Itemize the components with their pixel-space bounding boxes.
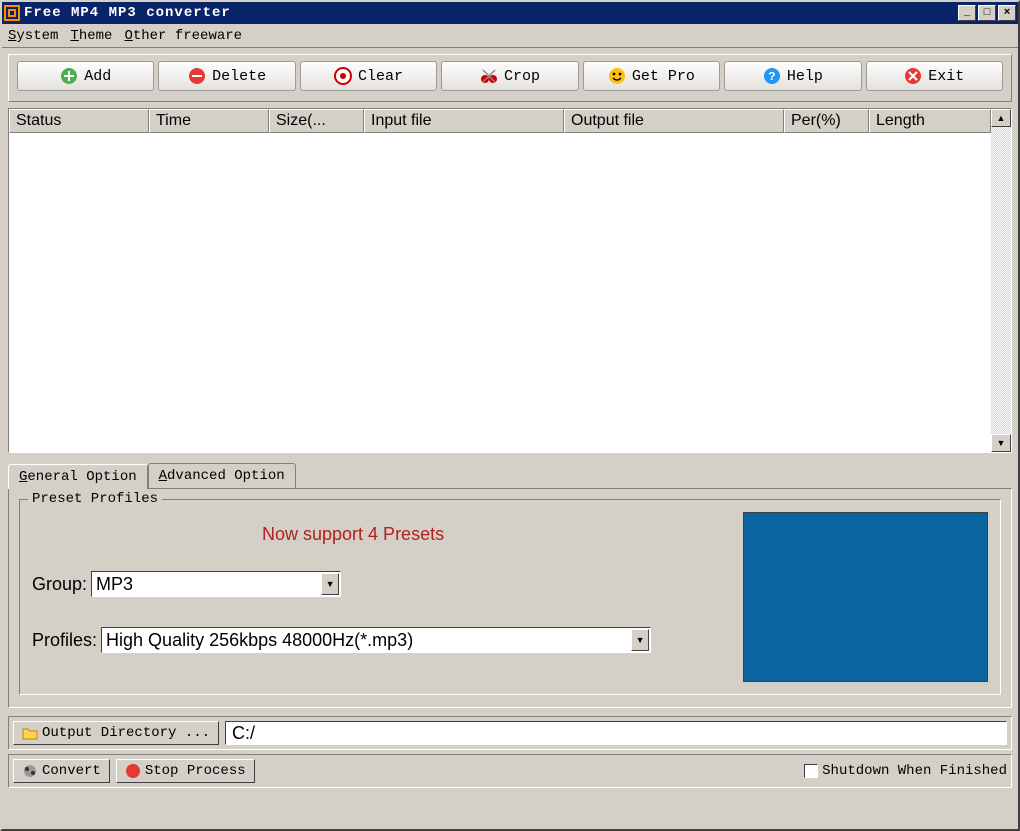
profiles-label: Profiles: [32,630,97,651]
convert-label: Convert [42,763,101,779]
table-body[interactable] [9,133,991,452]
preset-fieldset: Preset Profiles Now support 4 Presets Gr… [19,499,1001,695]
th-input[interactable]: Input file [364,109,564,133]
output-row: Output Directory ... [8,716,1012,750]
menu-system[interactable]: System [8,28,58,44]
shutdown-checkbox[interactable] [804,764,818,778]
group-combo[interactable]: MP3 ▼ [91,571,341,597]
exit-button[interactable]: Exit [866,61,1003,91]
output-directory-button[interactable]: Output Directory ... [13,721,219,745]
menubar: System Theme Other freeware [2,24,1018,48]
stop-icon [125,763,141,779]
add-button[interactable]: Add [17,61,154,91]
th-per[interactable]: Per(%) [784,109,869,133]
app-window: Free MP4 MP3 converter _ □ × System Them… [0,0,1020,831]
profiles-combo[interactable]: High Quality 256kbps 48000Hz(*.mp3) ▼ [101,627,651,653]
crop-button[interactable]: Crop [441,61,578,91]
scrollbar[interactable]: ▲ ▼ [991,109,1011,452]
shutdown-label: Shutdown When Finished [822,763,1007,779]
tab-advanced[interactable]: Advanced Option [148,463,296,488]
getpro-label: Get Pro [632,68,695,85]
titlebar: Free MP4 MP3 converter _ □ × [2,2,1018,24]
clear-icon [334,67,352,85]
exit-icon [904,67,922,85]
crop-icon [480,67,498,85]
th-size[interactable]: Size(... [269,109,364,133]
delete-button[interactable]: Delete [158,61,295,91]
svg-text:?: ? [768,70,775,84]
convert-icon [22,763,38,779]
chevron-down-icon[interactable]: ▼ [321,573,339,595]
close-button[interactable]: × [998,5,1016,21]
th-time[interactable]: Time [149,109,269,133]
delete-icon [188,67,206,85]
output-button-label: Output Directory ... [42,725,210,741]
table-header: Status Time Size(... Input file Output f… [9,109,991,133]
smiley-icon [608,67,626,85]
stop-label: Stop Process [145,763,246,779]
group-label: Group: [32,574,87,595]
add-icon [60,67,78,85]
add-label: Add [84,68,111,85]
help-label: Help [787,68,823,85]
preset-legend: Preset Profiles [28,491,162,507]
scroll-down-icon[interactable]: ▼ [991,434,1011,452]
crop-label: Crop [504,68,540,85]
th-status[interactable]: Status [9,109,149,133]
folder-icon [22,725,38,741]
clear-button[interactable]: Clear [300,61,437,91]
action-row: Convert Stop Process Shutdown When Finis… [8,754,1012,788]
menu-theme[interactable]: Theme [70,28,112,44]
th-length[interactable]: Length [869,109,991,133]
profiles-value: High Quality 256kbps 48000Hz(*.mp3) [106,630,413,651]
tab-general[interactable]: General Option [8,464,148,489]
toolbar: Add Delete Clear Crop Get Pro ? Help [8,54,1012,102]
options-panel: Preset Profiles Now support 4 Presets Gr… [8,488,1012,708]
options-tabs: General Option Advanced Option [8,463,1012,488]
th-output[interactable]: Output file [564,109,784,133]
file-table: Status Time Size(... Input file Output f… [8,108,1012,453]
window-title: Free MP4 MP3 converter [24,5,956,21]
output-path-input[interactable] [225,721,1007,745]
group-value: MP3 [96,574,133,595]
delete-label: Delete [212,68,266,85]
exit-label: Exit [928,68,964,85]
chevron-down-icon[interactable]: ▼ [631,629,649,651]
preview-box [743,512,988,682]
menu-other-freeware[interactable]: Other freeware [124,28,242,44]
maximize-button[interactable]: □ [978,5,996,21]
scroll-up-icon[interactable]: ▲ [991,109,1011,127]
getpro-button[interactable]: Get Pro [583,61,720,91]
convert-button[interactable]: Convert [13,759,110,783]
scroll-track[interactable] [991,127,1011,434]
stop-button[interactable]: Stop Process [116,759,255,783]
help-icon: ? [763,67,781,85]
shutdown-checkbox-wrap[interactable]: Shutdown When Finished [804,763,1007,779]
minimize-button[interactable]: _ [958,5,976,21]
app-icon [4,5,20,21]
clear-label: Clear [358,68,403,85]
help-button[interactable]: ? Help [724,61,861,91]
